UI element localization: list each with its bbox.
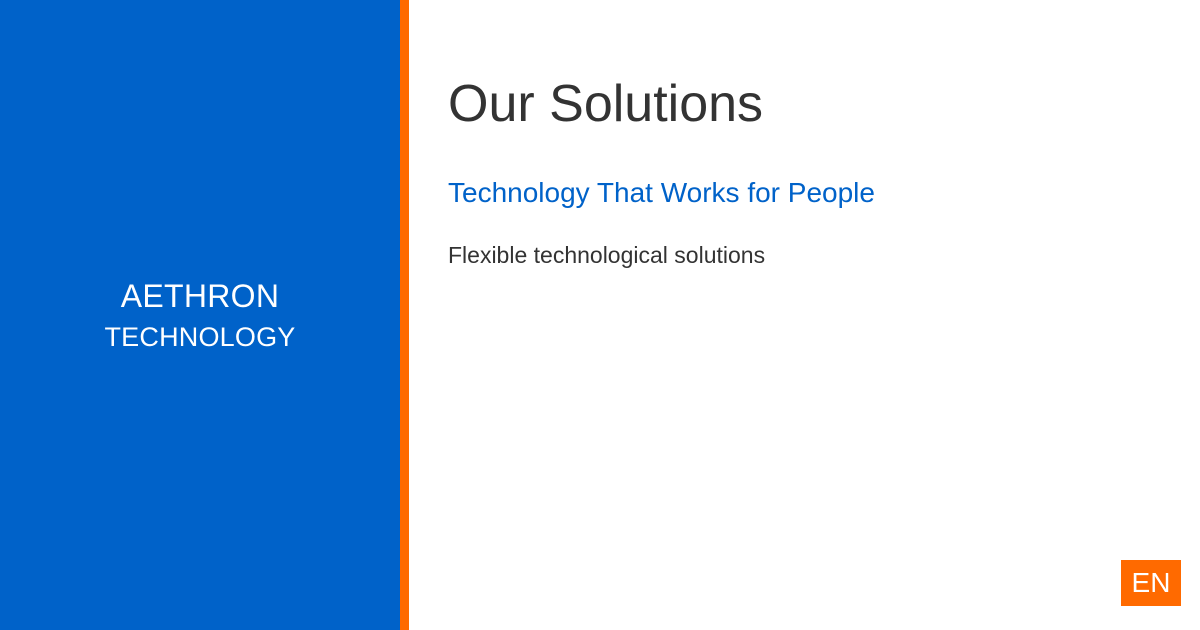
page-title: Our Solutions — [448, 75, 764, 133]
brand-name: AETHRON — [120, 277, 280, 314]
brand-panel: AETHRON TECHNOLOGY — [0, 0, 400, 630]
brand-tagline: TECHNOLOGY — [104, 321, 296, 352]
accent-divider — [400, 0, 409, 630]
page-subtitle: Technology That Works for People — [448, 177, 875, 208]
page-description: Flexible technological solutions — [448, 242, 766, 268]
language-button[interactable]: EN — [1121, 560, 1181, 606]
